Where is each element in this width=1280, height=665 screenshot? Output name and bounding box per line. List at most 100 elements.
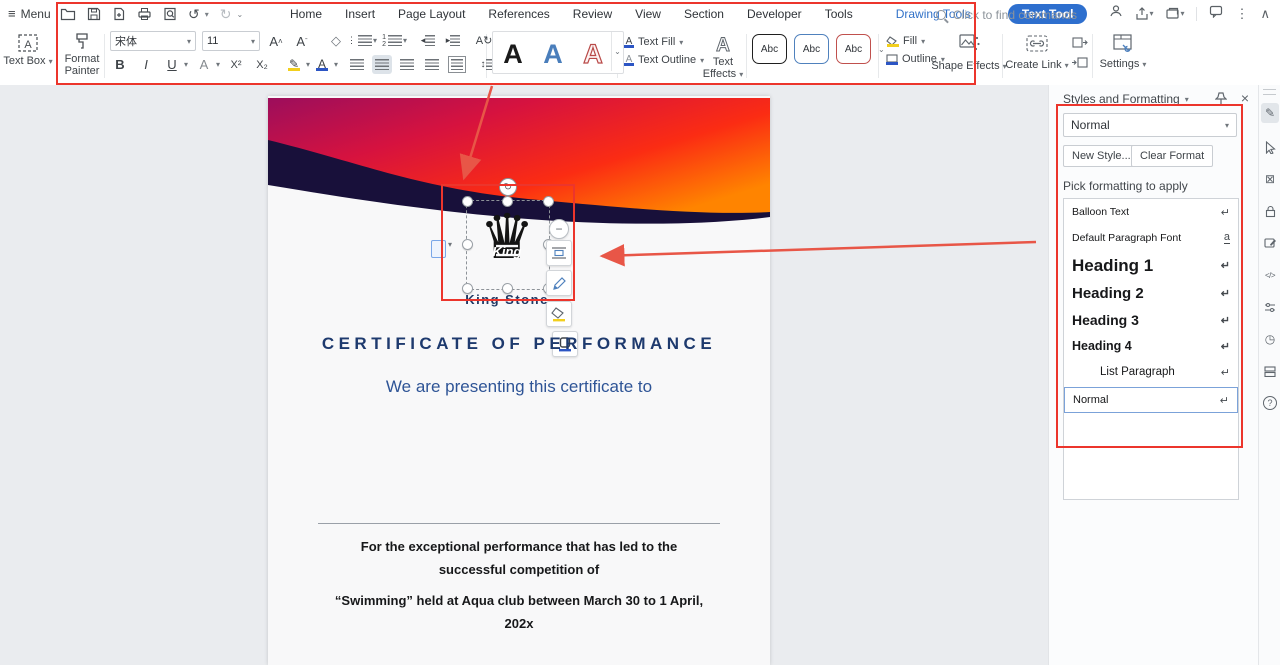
grow-font-button[interactable]: A˄ [266,32,286,51]
select-tool-icon[interactable] [1261,137,1279,157]
shape-effects-button[interactable]: Shape Effects ▾ [938,32,1000,72]
font-size-combo[interactable]: 11▾ [202,31,260,51]
qat-customize-icon[interactable]: ⌄ [236,10,243,19]
shape-gallery-more[interactable]: ⌄ [878,45,885,54]
undo-dropdown-icon[interactable]: ▾ [205,10,209,19]
increase-indent-button[interactable]: ▸ [443,31,463,50]
export-icon[interactable] [112,7,126,21]
clear-format-button[interactable]: Clear Format [1131,145,1213,167]
shape-style-red[interactable]: Abc [836,34,871,64]
italic-button[interactable]: I [136,55,156,74]
create-link-button[interactable]: Create Link ▾ [1006,33,1068,71]
collapse-ribbon-icon[interactable]: ∧ [1260,6,1270,22]
history-icon[interactable]: ◷ [1261,329,1279,349]
shape-style-black[interactable]: Abc [752,34,787,64]
text-effects-button[interactable]: A Text Effects ▾ [700,32,746,80]
layout-options-button[interactable] [546,240,572,266]
new-style-button[interactable]: New Style... [1063,145,1140,167]
rail-grip[interactable] [1263,89,1276,95]
main-menu-button[interactable]: ≡ Menu [8,6,51,21]
format-painter-button[interactable]: Format Painter [60,31,104,77]
settings-button[interactable]: Settings ▾ [1100,32,1146,70]
align-left-button[interactable] [347,55,367,74]
text-box-button[interactable]: A Text Box ▾ [2,31,54,67]
font-name-combo[interactable]: 宋体▾ [110,31,196,51]
align-center-button[interactable] [372,55,392,74]
rotate-handle[interactable]: ↻ [499,178,517,196]
text-fill-button[interactable]: A Text Fill▾ [624,36,704,48]
style-select-dropdown[interactable]: Normal ▾ [1063,113,1237,137]
resize-handle-ne[interactable] [543,196,554,207]
font-color-button[interactable]: A [316,58,328,71]
resize-handle-w[interactable] [462,239,473,250]
help-icon[interactable]: ? [1261,393,1279,413]
redo-icon[interactable]: ↻ [220,7,232,21]
style-item-list-paragraph[interactable]: List Paragraph↵ [1064,359,1238,385]
close-window-icon[interactable]: ⊠ [1261,169,1279,189]
justify-button[interactable] [422,55,442,74]
paste-options-button[interactable]: ▾ [431,240,452,258]
tab-tools[interactable]: Tools [825,7,853,24]
markup-icon[interactable] [1261,233,1279,253]
edit-mode-icon[interactable]: ✎ [1261,103,1279,123]
tab-developer[interactable]: Developer [747,7,802,24]
align-right-button[interactable] [397,55,417,74]
options-sliders-icon[interactable] [1261,297,1279,317]
lock-icon[interactable] [1261,201,1279,221]
tab-references[interactable]: References [488,7,549,24]
decrease-indent-button[interactable]: ◂ [418,31,438,50]
tab-insert[interactable]: Insert [345,7,375,24]
certificate-page[interactable]: ♛ King ↻ ▾ − [268,96,770,665]
highlight-color-button[interactable]: ✎ [288,58,300,71]
subscript-button[interactable]: X₂ [252,55,272,74]
tab-page-layout[interactable]: Page Layout [398,7,465,24]
undo-icon[interactable]: ↺ [188,7,200,21]
shrink-font-button[interactable]: Aˉ [292,32,312,51]
tab-section[interactable]: Section [684,7,724,24]
style-item-heading-1[interactable]: Heading 1↵ [1064,251,1238,280]
collapse-toolbar-button[interactable]: − [549,219,569,239]
clear-format-icon[interactable]: ◇ [326,32,346,51]
code-view-icon[interactable]: </> [1261,265,1279,285]
underline-button[interactable]: U [162,55,182,74]
image-selection-box[interactable] [466,200,550,290]
comment-icon[interactable] [1209,5,1223,23]
numbering-button[interactable]: 12 [382,31,402,50]
print-icon[interactable] [137,7,152,21]
resize-handle-nw[interactable] [462,196,473,207]
style-a-red-outline[interactable]: A [578,36,608,70]
style-item-balloon-text[interactable]: Balloon Text↵ [1064,199,1238,225]
pin-panel-icon[interactable] [1215,92,1227,110]
superscript-button[interactable]: X² [226,55,246,74]
open-icon[interactable] [60,7,76,21]
style-item-heading-2[interactable]: Heading 2↵ [1064,280,1238,307]
bullets-button[interactable]: ⋮ [347,31,372,50]
style-a-blue[interactable]: A [538,36,568,70]
document-canvas[interactable]: ♛ King ↻ ▾ − [0,85,1048,665]
print-preview-icon[interactable] [163,7,177,21]
panel-title[interactable]: Styles and Formatting ▾ [1063,92,1189,106]
style-a-black[interactable]: A [498,36,528,70]
save-icon[interactable] [87,7,101,21]
tab-view[interactable]: View [635,7,661,24]
style-item-default-paragraph-font[interactable]: Default Paragraph Fonta [1064,225,1238,251]
share-button[interactable]: ▾ [1135,7,1153,21]
more-options-icon[interactable]: ⋮ [1235,6,1248,22]
gallery-more-button[interactable]: ⌄ [611,32,623,71]
command-search[interactable]: Click to find commands [936,8,1077,22]
switch-window-button[interactable]: ▾ [1165,7,1184,20]
text-outline-button[interactable]: A Text Outline▾ [624,54,704,66]
navigation-panes-icon[interactable] [1261,361,1279,381]
shape-fill-button[interactable]: Fill▾ [886,35,945,47]
style-item-heading-3[interactable]: Heading 3↵ [1064,307,1238,333]
style-item-normal-selected[interactable]: Normal↵ [1064,387,1238,413]
tab-review[interactable]: Review [573,7,612,24]
char-effects-button[interactable]: A [194,55,214,74]
close-panel-icon[interactable]: × [1241,90,1249,106]
distribute-button[interactable] [447,55,467,74]
resize-handle-n[interactable] [502,196,513,207]
link-prev-button[interactable] [1072,36,1088,54]
tab-home[interactable]: Home [290,7,322,24]
bold-button[interactable]: B [110,55,130,74]
link-next-button[interactable] [1072,56,1088,74]
